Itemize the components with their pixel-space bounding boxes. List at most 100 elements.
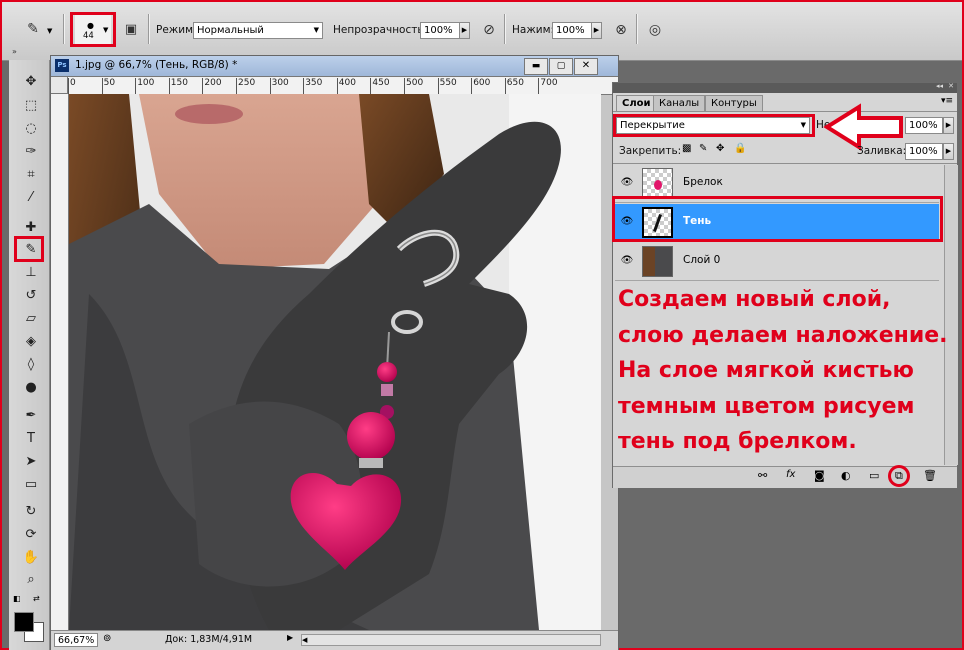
ruler-tick-label: 550 bbox=[439, 78, 457, 88]
tab-layers[interactable]: Слои bbox=[616, 95, 657, 111]
photoshop-doc-icon: Ps bbox=[55, 59, 69, 72]
move-tool-icon[interactable]: ✥ bbox=[20, 72, 42, 92]
link-layers-icon[interactable]: ⚯ bbox=[758, 469, 767, 482]
adjustment-layer-icon[interactable]: ◐ bbox=[841, 469, 851, 482]
crop-tool-icon[interactable]: ⌗ bbox=[20, 165, 42, 185]
ruler-tick-label: 600 bbox=[473, 78, 491, 88]
layer-style-icon[interactable]: fx bbox=[786, 469, 795, 480]
pen-tool-icon[interactable]: ✒ bbox=[20, 406, 42, 426]
3d-orbit-tool-icon[interactable]: ⟳ bbox=[20, 525, 42, 545]
layer-opacity-input[interactable]: 100% bbox=[905, 117, 943, 134]
3d-rotate-tool-icon[interactable]: ↻ bbox=[20, 502, 42, 522]
collapse-panel-icon[interactable]: ◂◂ bbox=[936, 82, 943, 90]
minimize-button[interactable]: ▬ bbox=[524, 58, 548, 75]
default-colors-icon[interactable]: ◧ bbox=[13, 594, 21, 603]
lock-transparent-icon[interactable]: ▩ bbox=[682, 143, 691, 154]
hand-tool-icon[interactable]: ✋ bbox=[20, 548, 42, 568]
highlight-box bbox=[613, 114, 815, 137]
layer-row[interactable]: 👁 Слой 0 bbox=[615, 243, 939, 281]
highlight-circle bbox=[888, 465, 910, 487]
dodge-tool-icon[interactable]: ● bbox=[20, 378, 42, 398]
swap-colors-icon[interactable]: ⇄ bbox=[33, 594, 40, 603]
document-size: Док: 1,83M/4,91M bbox=[165, 634, 253, 645]
fill-stepper[interactable]: ▶ bbox=[943, 143, 954, 160]
eye-icon[interactable]: 👁 bbox=[619, 254, 635, 268]
paint-bucket-tool-icon[interactable]: ◈ bbox=[20, 332, 42, 352]
scroll-left-icon[interactable]: ◀ bbox=[302, 635, 307, 645]
document-window: Ps 1.jpg @ 66,7% (Тень, RGB/8) * ▬ ▢ ✕ 0… bbox=[50, 55, 619, 650]
document-title-bar[interactable]: Ps 1.jpg @ 66,7% (Тень, RGB/8) * ▬ ▢ ✕ bbox=[51, 56, 618, 77]
ruler-tick-label: 350 bbox=[305, 78, 323, 88]
layer-opacity-stepper[interactable]: ▶ bbox=[943, 117, 954, 134]
blur-tool-icon[interactable]: ◊ bbox=[20, 355, 42, 375]
eyedropper-tool-icon[interactable]: ⁄ bbox=[20, 188, 42, 208]
ruler-tick-label: 700 bbox=[540, 78, 558, 88]
layer-name: Слой 0 bbox=[683, 254, 721, 266]
zoom-field[interactable]: 66,67% bbox=[54, 633, 98, 647]
history-brush-tool-icon[interactable]: ↺ bbox=[20, 286, 42, 306]
lock-image-icon[interactable]: ✎ bbox=[699, 143, 707, 154]
chevron-down-icon[interactable]: ▼ bbox=[47, 27, 52, 35]
tablet-size-icon[interactable]: ◎ bbox=[644, 19, 666, 41]
tab-paths[interactable]: Контуры bbox=[705, 95, 763, 111]
new-group-icon[interactable]: ▭ bbox=[869, 469, 879, 482]
status-menu-arrow-icon[interactable]: ▶ bbox=[287, 633, 293, 642]
pressure-stepper[interactable]: ▶ bbox=[591, 22, 602, 39]
annotation-line: слою делаем наложение. bbox=[618, 322, 948, 348]
close-panel-icon[interactable]: ✕ bbox=[948, 82, 954, 90]
vertical-ruler[interactable] bbox=[51, 94, 69, 630]
pressure-label: Нажим: bbox=[512, 24, 555, 36]
panel-header[interactable]: ◂◂ ✕ bbox=[613, 82, 957, 93]
tab-channels[interactable]: Каналы bbox=[653, 95, 706, 111]
zoom-tool-icon[interactable]: ⌕ bbox=[20, 570, 42, 590]
layer-thumbnail bbox=[642, 246, 673, 277]
ruler-tick-label: 450 bbox=[372, 78, 390, 88]
layers-footer: ⚯ fx ◙ ◐ ▭ ⧉ 🗑 bbox=[613, 465, 957, 488]
layer-mask-icon[interactable]: ◙ bbox=[814, 469, 825, 482]
status-info-icon[interactable]: ⊚ bbox=[103, 633, 111, 644]
foreground-color-swatch[interactable] bbox=[14, 612, 34, 632]
healing-brush-tool-icon[interactable]: ✚ bbox=[20, 218, 42, 238]
annotation-line: На слое мягкой кистью bbox=[618, 358, 914, 383]
instruction-annotation: Создаем новый слой, слою делаем наложени… bbox=[618, 282, 958, 460]
ruler-tick-label: 250 bbox=[238, 78, 256, 88]
quick-selection-tool-icon[interactable]: ✑ bbox=[20, 142, 42, 162]
lasso-tool-icon[interactable]: ◌ bbox=[20, 119, 42, 139]
eye-icon[interactable]: 👁 bbox=[619, 176, 635, 190]
ruler-tick-label: 400 bbox=[338, 78, 356, 88]
ruler-tick-label: 500 bbox=[406, 78, 424, 88]
collapse-icon[interactable]: » bbox=[12, 47, 17, 56]
lock-all-icon[interactable]: 🔒 bbox=[734, 143, 746, 154]
document-title: 1.jpg @ 66,7% (Тень, RGB/8) * bbox=[75, 59, 238, 71]
delete-layer-icon[interactable]: 🗑 bbox=[923, 469, 937, 482]
photo-illustration bbox=[69, 94, 601, 630]
brush-tool-preset-icon[interactable]: ✎ bbox=[22, 18, 44, 40]
airbrush-icon[interactable]: ⊗ bbox=[610, 19, 632, 41]
opacity-stepper[interactable]: ▶ bbox=[459, 22, 470, 39]
opacity-input[interactable]: 100% bbox=[420, 22, 460, 39]
pressure-input[interactable]: 100% bbox=[552, 22, 592, 39]
clone-stamp-tool-icon[interactable]: ⊥ bbox=[20, 263, 42, 283]
airbrush-pressure-icon[interactable]: ⊘ bbox=[478, 19, 500, 41]
panel-menu-icon[interactable]: ▾≡ bbox=[941, 96, 953, 106]
horizontal-scrollbar[interactable]: ◀ bbox=[301, 634, 601, 646]
lock-position-icon[interactable]: ✥ bbox=[716, 143, 724, 154]
maximize-button[interactable]: ▢ bbox=[549, 58, 573, 75]
close-button[interactable]: ✕ bbox=[574, 58, 598, 75]
marquee-tool-icon[interactable]: ⬚ bbox=[20, 96, 42, 116]
brush-panel-toggle-icon[interactable]: ▣ bbox=[120, 19, 142, 41]
fill-input[interactable]: 100% bbox=[905, 143, 943, 160]
ruler-origin[interactable] bbox=[51, 77, 68, 94]
mode-select[interactable]: Нормальный ▼ bbox=[193, 22, 323, 39]
ruler-tick-label: 300 bbox=[271, 78, 289, 88]
chevron-down-icon: ▼ bbox=[313, 26, 319, 34]
rectangle-tool-icon[interactable]: ▭ bbox=[20, 475, 42, 495]
fill-label: Заливка: bbox=[857, 145, 907, 157]
image-canvas[interactable] bbox=[69, 94, 601, 630]
type-tool-icon[interactable]: T bbox=[20, 429, 42, 449]
path-selection-tool-icon[interactable]: ➤ bbox=[20, 452, 42, 472]
horizontal-ruler[interactable]: 0 50 100 150 200 250 300 350 400 450 500 550 600 650 7… bbox=[68, 77, 618, 95]
layer-name: Брелок bbox=[683, 176, 723, 188]
layer-thumbnail bbox=[642, 168, 673, 199]
eraser-tool-icon[interactable]: ▱ bbox=[20, 309, 42, 329]
